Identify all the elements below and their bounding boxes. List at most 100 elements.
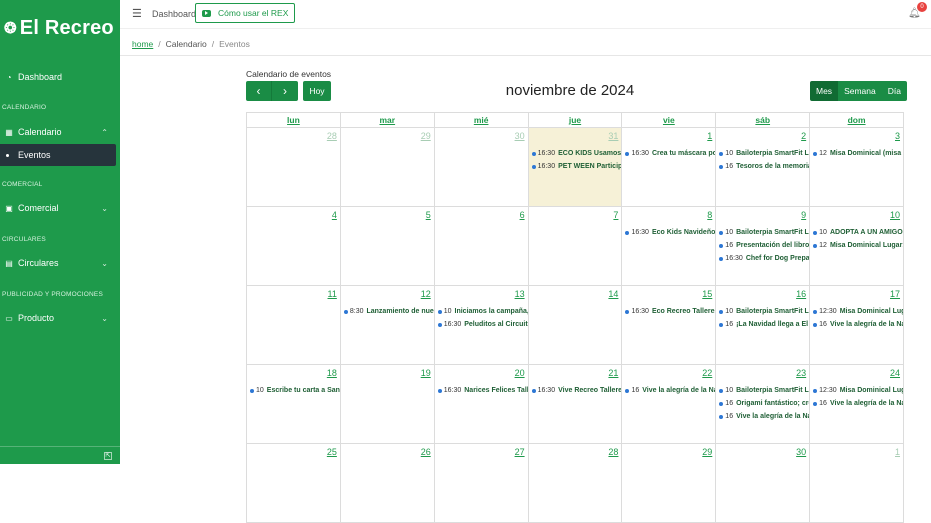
day-cell[interactable]: 5 (340, 207, 435, 286)
day-number[interactable]: 15 (702, 289, 712, 299)
calendar-event[interactable]: 12:30 Misa Dominical Luga (810, 385, 903, 397)
day-cell[interactable]: 14 (528, 286, 623, 365)
weekday-6[interactable]: dom (810, 113, 905, 128)
today-button[interactable]: Hoy (303, 81, 331, 101)
sidebar-item-producto[interactable]: ▭ Producto ⌄ (0, 307, 120, 329)
view-month-button[interactable]: Mes (810, 81, 839, 101)
day-number[interactable]: 6 (520, 210, 525, 220)
calendar-event[interactable]: 16 Vive la alegría de la Na (622, 385, 715, 397)
day-number[interactable]: 18 (327, 368, 337, 378)
brand-logo[interactable]: ❂ El Recreo (0, 0, 120, 56)
day-cell[interactable]: 11 (247, 286, 341, 365)
day-number[interactable]: 11 (328, 289, 337, 299)
day-cell[interactable]: 28 (528, 444, 623, 523)
day-cell[interactable]: 4 (247, 207, 341, 286)
day-number[interactable]: 29 (421, 131, 431, 141)
day-number[interactable]: 28 (608, 447, 618, 457)
day-cell[interactable]: 12 8:30 Lanzamiento de nuest (340, 286, 435, 365)
calendar-event[interactable]: 16:30 Eco Recreo Talleres I (622, 306, 715, 318)
day-cell[interactable]: 27 (434, 444, 529, 523)
sidebar-item-circulares[interactable]: ▤ Circulares ⌄ (0, 252, 120, 274)
day-number[interactable]: 20 (515, 368, 525, 378)
day-cell[interactable]: 3 12 Misa Dominical (misa d (810, 128, 905, 207)
calendar-event[interactable]: 12 Misa Dominical (misa d (810, 148, 903, 160)
day-number[interactable]: 2 (801, 131, 806, 141)
day-cell[interactable]: 18 10 Escribe tu carta a Santa (247, 365, 341, 444)
day-number[interactable]: 28 (327, 131, 337, 141)
day-cell[interactable]: 2 10 Bailoterpia SmartFit Lu 16 Tesoros de l… (716, 128, 811, 207)
calendar-event[interactable]: 12 Misa Dominical Lugar: (810, 240, 903, 252)
day-cell[interactable]: 7 (528, 207, 623, 286)
menu-icon[interactable]: ☰ (132, 7, 142, 20)
day-cell[interactable]: 1 (810, 444, 905, 523)
calendar-event[interactable]: 16:30 Chef for Dog Prepar (716, 253, 809, 265)
prev-month-button[interactable]: ‹ (246, 81, 272, 101)
day-cell[interactable]: 29 (622, 444, 717, 523)
day-cell[interactable]: 26 (340, 444, 435, 523)
day-number[interactable]: 12 (421, 289, 431, 299)
day-cell[interactable]: 25 (247, 444, 341, 523)
how-to-use-button[interactable]: Cómo usar el REX (195, 3, 296, 23)
day-number[interactable]: 22 (702, 368, 712, 378)
day-number[interactable]: 30 (515, 131, 525, 141)
day-number[interactable]: 3 (895, 131, 900, 141)
calendar-event[interactable]: 16 Vive la alegría de la Na (810, 319, 903, 331)
topbar-dashboard-link[interactable]: Dashboard (152, 9, 196, 19)
day-number[interactable]: 29 (702, 447, 712, 457)
day-cell[interactable]: 20 16:30Narices Felices Taller (434, 365, 529, 444)
calendar-event[interactable]: 10 Bailoterpia SmartFit Lu (716, 385, 809, 397)
calendar-event[interactable]: 16 ¡La Navidad llega a El F (716, 319, 809, 331)
day-cell[interactable]: 8 16:30 Eco Kids Navideño T (622, 207, 717, 286)
day-number[interactable]: 27 (515, 447, 525, 457)
day-number[interactable]: 19 (421, 368, 431, 378)
weekday-2[interactable]: mié (434, 113, 529, 128)
calendar-event[interactable]: 16:30 Vive Recreo Talleres (529, 385, 621, 397)
day-number[interactable]: 4 (332, 210, 337, 220)
day-cell[interactable]: 30 (434, 128, 529, 207)
day-cell[interactable]: 31 16:30ECO KIDS Usamos para16:30PET WEEN… (528, 128, 623, 207)
calendar-event[interactable]: 10 Bailoterpia SmartFit Lu (716, 306, 809, 318)
day-cell[interactable]: 23 10 Bailoterpia SmartFit Lu 16 Origami fan… (716, 365, 811, 444)
sidebar-item-eventos[interactable]: Eventos (0, 144, 116, 166)
day-cell[interactable]: 6 (434, 207, 529, 286)
weekday-0[interactable]: lun (247, 113, 341, 128)
day-cell[interactable]: 28 (247, 128, 341, 207)
day-number[interactable]: 31 (608, 131, 618, 141)
breadcrumb-home[interactable]: home (132, 39, 153, 49)
weekday-5[interactable]: sáb (716, 113, 811, 128)
calendar-event[interactable]: 16 Origami fantástico; cre (716, 398, 809, 410)
sidebar-item-dashboard[interactable]: ◔ Dashboard (0, 66, 120, 88)
calendar-event[interactable]: 16:30 PET WEEN Participa (529, 161, 621, 173)
day-cell[interactable]: 13 10 Iniciamos la campaña, l 16:30 Peludito… (434, 286, 529, 365)
calendar-event[interactable]: 10 Bailoterpia SmartFit Lu (716, 148, 809, 160)
calendar-event[interactable]: 8:30 Lanzamiento de nuest (341, 306, 434, 318)
calendar-event[interactable]: 16 Presentación del libro ' (716, 240, 809, 252)
day-cell[interactable]: 24 12:30 Misa Dominical Luga 16 Vive la aleg… (810, 365, 905, 444)
day-cell[interactable]: 22 16 Vive la alegría de la Na (622, 365, 717, 444)
day-cell[interactable]: 29 (340, 128, 435, 207)
day-number[interactable]: 5 (426, 210, 431, 220)
collapse-sidebar-icon[interactable]: ⇱ (104, 452, 112, 460)
calendar-event[interactable]: 10 ADOPTA A UN AMIGO (810, 227, 903, 239)
calendar-event[interactable]: 10 Iniciamos la campaña, l (435, 306, 528, 318)
day-cell[interactable]: 19 (340, 365, 435, 444)
calendar-event[interactable]: 16 Vive la alegría de la Na (810, 398, 903, 410)
weekday-4[interactable]: vie (622, 113, 717, 128)
sidebar-item-comercial[interactable]: ▣ Comercial ⌄ (0, 197, 120, 219)
calendar-event[interactable]: 10 Escribe tu carta a Santa (247, 385, 340, 397)
day-number[interactable]: 14 (608, 289, 618, 299)
calendar-event[interactable]: 16:30Narices Felices Taller (435, 385, 528, 397)
day-cell[interactable]: 16 10 Bailoterpia SmartFit Lu 16 ¡La Navidad… (716, 286, 811, 365)
weekday-3[interactable]: jue (528, 113, 623, 128)
day-cell[interactable]: 30 (716, 444, 811, 523)
calendar-event[interactable]: 16:30 Eco Kids Navideño T (622, 227, 715, 239)
day-number[interactable]: 26 (421, 447, 431, 457)
calendar-event[interactable]: 16:30ECO KIDS Usamos para (529, 148, 621, 160)
calendar-event[interactable]: 16 Tesoros de la memoria; (716, 161, 809, 173)
calendar-event[interactable]: 16 Vive la alegría de la Na (716, 411, 809, 423)
next-month-button[interactable]: › (272, 81, 298, 101)
breadcrumb-calendario[interactable]: Calendario (166, 39, 207, 49)
day-number[interactable]: 9 (801, 210, 806, 220)
day-cell[interactable]: 21 16:30 Vive Recreo Talleres (528, 365, 623, 444)
day-number[interactable]: 7 (613, 210, 618, 220)
